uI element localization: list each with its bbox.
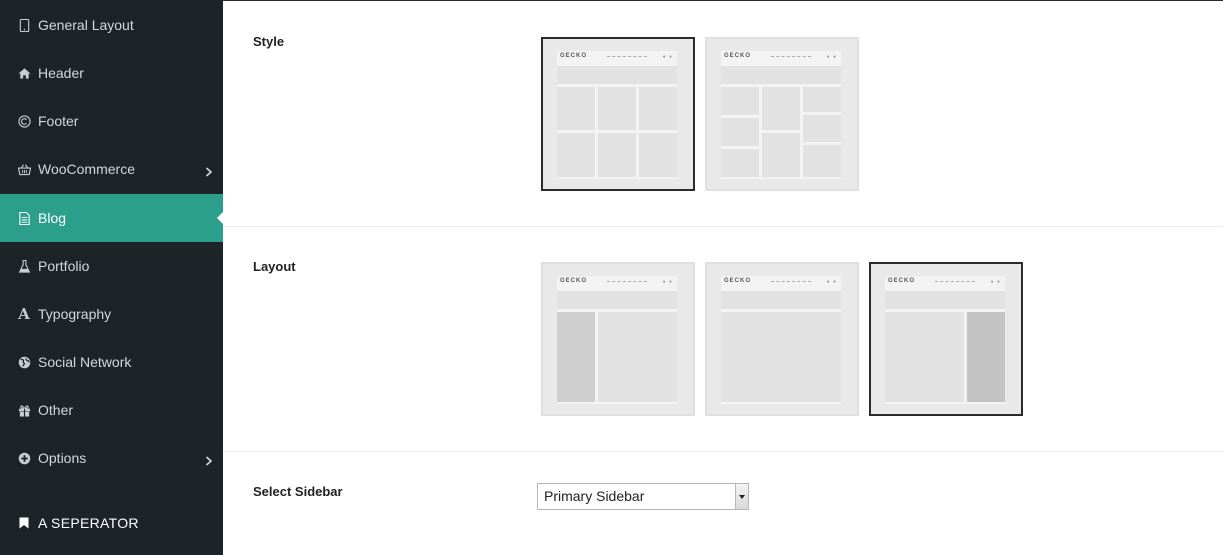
sidebar-select-value: Primary Sidebar (544, 488, 645, 504)
sidebar-item-header[interactable]: Header (0, 49, 223, 97)
sidebar-item-social-network[interactable]: Social Network (0, 338, 223, 386)
sidebar-item-label: Blog (38, 210, 67, 226)
chevron-right-icon (205, 453, 213, 466)
style-section: Style GECKO ● ● GECKO ● ● (223, 1, 1223, 227)
sidebar-separator: A SEPERATOR (0, 499, 223, 547)
sidebar-item-label: Footer (38, 113, 79, 129)
sidebar-item-label: Header (38, 65, 84, 81)
layout-option-no-sidebar[interactable]: GECKO ● ● (705, 262, 859, 416)
bookmark-icon (17, 516, 31, 530)
logo: GECKO (724, 53, 752, 59)
sidebar-select[interactable]: Primary Sidebar (537, 483, 749, 510)
gift-icon (17, 403, 31, 417)
sidebar-item-blog[interactable]: Blog (0, 194, 223, 242)
basket-icon (17, 162, 31, 176)
sidebar-item-label: General Layout (38, 17, 134, 33)
separator-label: A SEPERATOR (38, 515, 139, 531)
style-option-grid[interactable]: GECKO ● ● (541, 37, 695, 191)
sidebar-item-label: Typography (38, 306, 112, 322)
plus-circle-icon (17, 451, 31, 465)
sidebar-item-typography[interactable]: A Typography (0, 290, 223, 338)
chevron-right-icon (205, 164, 213, 177)
main-panel: Style GECKO ● ● GECKO ● ● Layout GECKO ●… (223, 0, 1223, 555)
sidebar-item-woocommerce[interactable]: WooCommerce (0, 145, 223, 193)
logo: GECKO (560, 278, 588, 284)
globe-icon (17, 355, 31, 369)
settings-sidebar: General Layout Header Footer WooCommerce… (0, 0, 223, 555)
sidebar-item-portfolio[interactable]: Portfolio (0, 242, 223, 290)
style-label: Style (253, 34, 285, 49)
logo: GECKO (560, 53, 588, 59)
sidebar-item-label: Portfolio (38, 258, 90, 274)
sidebar-item-options[interactable]: Options (0, 434, 223, 482)
document-icon (17, 211, 31, 225)
layout-section: Layout GECKO ● ● GECKO ● ● GECKO ● ● (223, 227, 1223, 452)
sidebar-item-other[interactable]: Other (0, 386, 223, 434)
chevron-down-icon[interactable] (735, 484, 748, 509)
sidebar-item-label: Options (38, 450, 87, 466)
sidebar-item-label: WooCommerce (38, 161, 135, 177)
layout-option-right-sidebar[interactable]: GECKO ● ● (869, 262, 1023, 416)
copyright-icon (17, 114, 31, 128)
layout-option-left-sidebar[interactable]: GECKO ● ● (541, 262, 695, 416)
tablet-icon (17, 18, 31, 32)
layout-label: Layout (253, 259, 296, 274)
select-sidebar-section: Select Sidebar Primary Sidebar (223, 452, 1223, 555)
font-icon: A (18, 305, 30, 323)
sidebar-item-general-layout[interactable]: General Layout (0, 1, 223, 49)
flask-icon (17, 259, 31, 273)
select-sidebar-label: Select Sidebar (253, 484, 343, 499)
sidebar-item-label: Social Network (38, 354, 132, 370)
sidebar-item-label: Other (38, 402, 74, 418)
logo: GECKO (888, 278, 916, 284)
logo: GECKO (724, 278, 752, 284)
style-option-masonry[interactable]: GECKO ● ● (705, 37, 859, 191)
sidebar-item-footer[interactable]: Footer (0, 97, 223, 145)
home-icon (17, 66, 31, 80)
